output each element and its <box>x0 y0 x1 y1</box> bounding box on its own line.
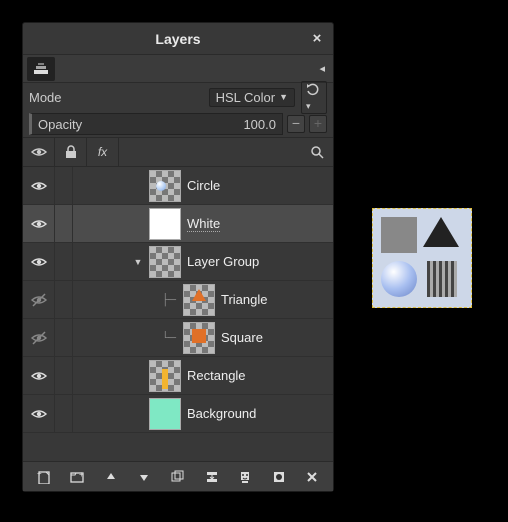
layers-icon <box>33 62 49 76</box>
visibility-toggle[interactable] <box>23 319 55 356</box>
layer-name[interactable]: Rectangle <box>187 368 246 383</box>
visibility-toggle[interactable] <box>23 281 55 318</box>
tab-menu-icon[interactable]: ◂ <box>319 62 329 75</box>
visibility-toggle[interactable] <box>23 243 55 280</box>
link-toggle[interactable] <box>55 357 73 394</box>
svg-text:+: + <box>37 470 42 478</box>
visibility-toggle[interactable] <box>23 205 55 242</box>
link-toggle[interactable] <box>55 205 73 242</box>
eye-icon <box>31 146 47 158</box>
delete-layer-button[interactable] <box>301 466 323 488</box>
layer-name[interactable]: Square <box>221 330 263 345</box>
dock-tabs: ◂ <box>23 55 333 83</box>
layer-name[interactable]: Layer Group <box>187 254 259 269</box>
layer-row[interactable]: Background <box>23 395 333 433</box>
fx-header[interactable]: fx <box>87 137 119 167</box>
close-icon[interactable]: × <box>309 31 325 47</box>
opacity-row: Opacity 100.0 − + <box>23 111 333 137</box>
layer-actions-bar: + + <box>23 461 333 491</box>
layer-thumbnail[interactable] <box>149 360 181 392</box>
lock-header[interactable] <box>55 137 87 167</box>
opacity-label: Opacity <box>38 117 82 132</box>
visibility-header[interactable] <box>23 137 55 167</box>
opacity-minus-button[interactable]: − <box>287 115 305 133</box>
chevron-down-icon: ▼ <box>279 92 288 102</box>
link-toggle[interactable] <box>55 395 73 432</box>
opacity-plus-button[interactable]: + <box>309 115 327 133</box>
visibility-toggle[interactable] <box>23 167 55 204</box>
layer-thumbnail[interactable] <box>149 208 181 240</box>
tab-layers[interactable] <box>27 57 55 81</box>
opacity-slider[interactable]: Opacity 100.0 <box>29 113 283 135</box>
new-layer-button[interactable]: + <box>33 466 55 488</box>
panel-title: Layers <box>155 31 200 47</box>
layer-row[interactable]: ▼ Layer Group <box>23 243 333 281</box>
raise-layer-button[interactable] <box>100 466 122 488</box>
anchor-layer-button[interactable] <box>234 466 256 488</box>
layer-row[interactable]: White <box>23 205 333 243</box>
panel-titlebar: Layers × <box>23 23 333 55</box>
opacity-value: 100.0 <box>243 117 276 132</box>
mode-switch-button[interactable]: ▾ <box>301 81 327 114</box>
link-toggle[interactable] <box>55 319 73 356</box>
layer-row[interactable]: └─Square <box>23 319 333 357</box>
merge-down-button[interactable] <box>201 466 223 488</box>
visibility-toggle[interactable] <box>23 357 55 394</box>
layer-thumbnail[interactable] <box>183 322 215 354</box>
link-toggle[interactable] <box>55 167 73 204</box>
layer-list: Circle White ▼ Layer Group ├─Triangle└─Squar… <box>23 167 333 461</box>
layer-row[interactable]: ├─Triangle <box>23 281 333 319</box>
layer-name[interactable]: White <box>187 216 220 232</box>
layer-row[interactable]: Circle <box>23 167 333 205</box>
swap-icon <box>306 83 322 97</box>
mode-dropdown[interactable]: HSL Color ▼ <box>209 88 295 107</box>
mode-value: HSL Color <box>216 90 275 105</box>
new-group-button[interactable]: + <box>66 466 88 488</box>
layer-row[interactable]: Rectangle <box>23 357 333 395</box>
search-header[interactable] <box>301 137 333 167</box>
svg-text:+: + <box>79 470 84 479</box>
layers-panel: Layers × ◂ Mode HSL Color ▼ ▾ Opacity 10… <box>22 22 334 492</box>
duplicate-layer-button[interactable] <box>167 466 189 488</box>
layer-name[interactable]: Triangle <box>221 292 267 307</box>
layer-thumbnail[interactable] <box>149 170 181 202</box>
visibility-toggle[interactable] <box>23 395 55 432</box>
search-icon <box>310 145 324 159</box>
expand-toggle[interactable]: ▼ <box>131 257 145 267</box>
mode-label: Mode <box>29 90 62 105</box>
lock-icon <box>65 145 77 159</box>
add-mask-button[interactable] <box>268 466 290 488</box>
chevron-down-icon: ▾ <box>306 101 311 111</box>
layer-thumbnail[interactable] <box>149 246 181 278</box>
lower-layer-button[interactable] <box>133 466 155 488</box>
link-toggle[interactable] <box>55 243 73 280</box>
link-toggle[interactable] <box>55 281 73 318</box>
layer-header-icons: fx <box>23 137 333 167</box>
layer-thumbnail[interactable] <box>149 398 181 430</box>
layer-name[interactable]: Circle <box>187 178 220 193</box>
layer-name[interactable]: Background <box>187 406 256 421</box>
mode-row: Mode HSL Color ▼ ▾ <box>23 83 333 111</box>
canvas-preview <box>372 208 472 308</box>
layer-thumbnail[interactable] <box>183 284 215 316</box>
